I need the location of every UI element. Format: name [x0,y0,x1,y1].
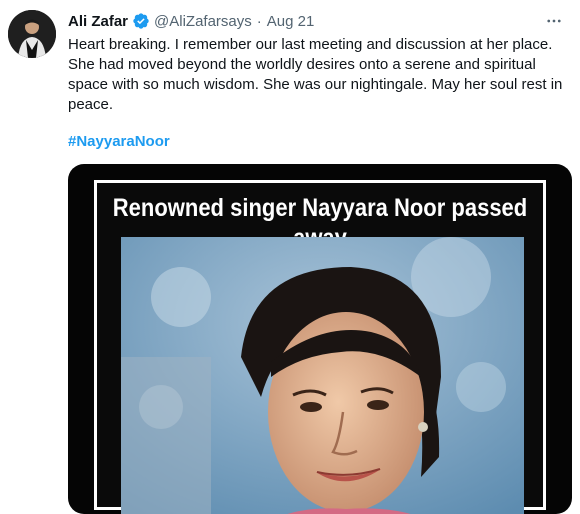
portrait-illustration [121,237,524,514]
tweet-date[interactable]: Aug 21 [267,13,315,30]
avatar[interactable] [8,10,56,58]
author-handle[interactable]: @AliZafarsays [154,13,252,30]
tweet-media[interactable]: Renowned singer Nayyara Noor passed away [68,164,572,514]
more-horizontal-icon[interactable] [540,10,568,32]
poster-frame: Renowned singer Nayyara Noor passed away [94,180,546,514]
verified-badge-icon [132,12,150,30]
hashtag-link[interactable]: #NayyaraNoor [68,133,170,150]
separator-dot: · [256,12,262,30]
tweet: Ali Zafar @AliZafarsays · Aug 21 Heart b… [0,0,580,514]
avatar-image [8,10,56,58]
author-name[interactable]: Ali Zafar [68,13,128,30]
portrait-photo [121,237,524,514]
tweet-header: Ali Zafar @AliZafarsays · Aug 21 [68,10,570,32]
tweet-text: Heart breaking. I remember our last meet… [68,36,563,113]
